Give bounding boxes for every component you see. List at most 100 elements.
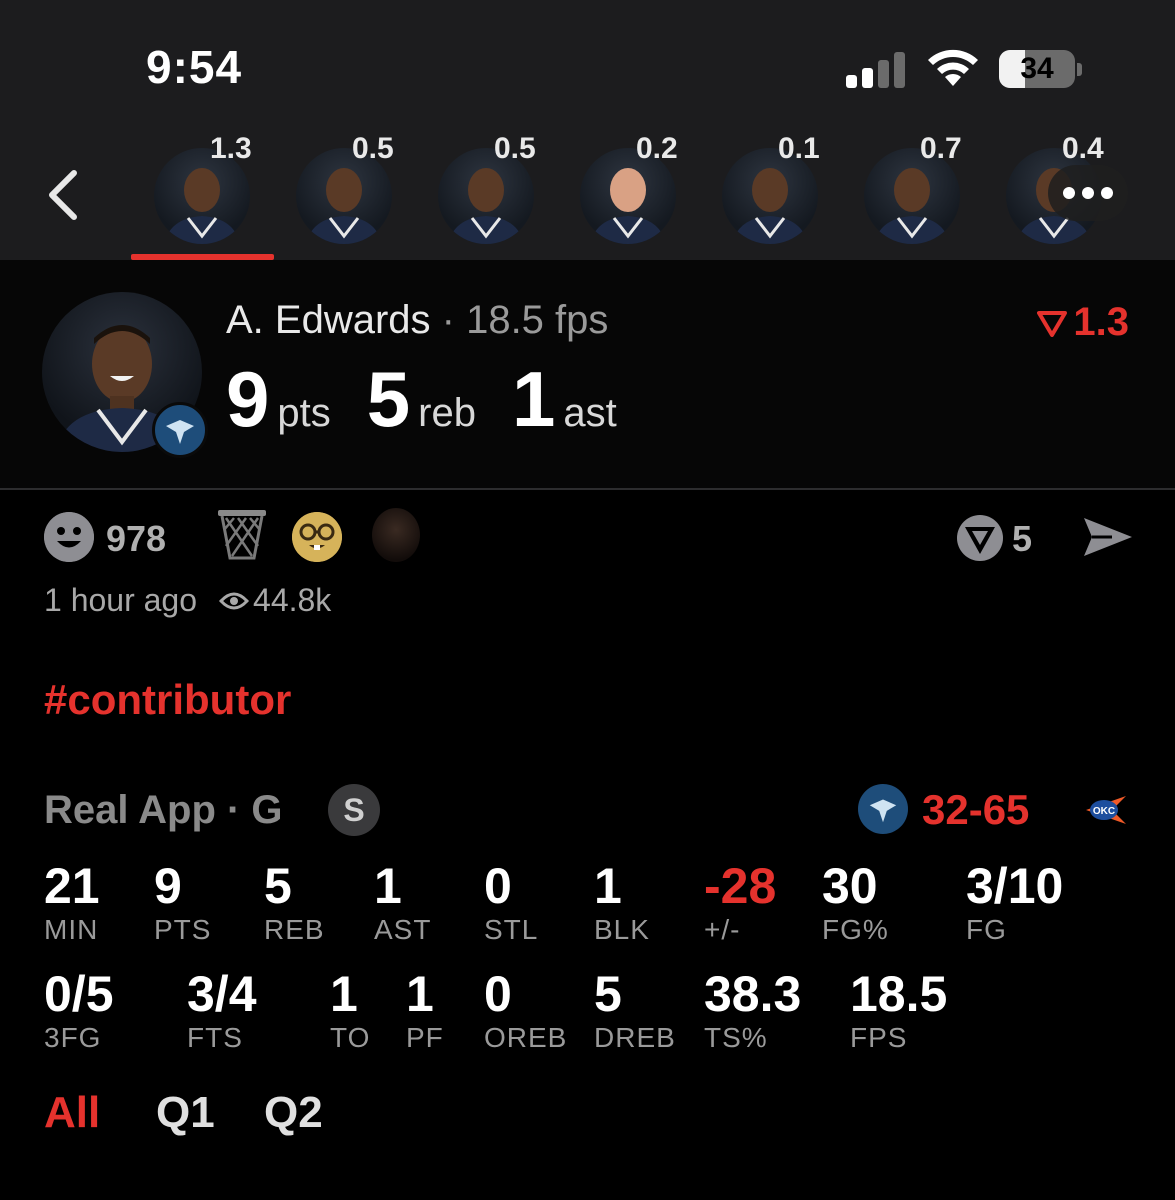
stat-label: PF [406,1022,444,1053]
stat-cell-dreb: 5 DREB [594,966,676,1054]
ellipsis-icon [1063,187,1075,199]
stat-cell-fg: 30 FG% [822,858,889,946]
wifi-icon [928,49,978,86]
views-eye-icon [219,592,250,609]
more-options-button[interactable] [1048,165,1128,221]
game-label: Real App · G [44,788,283,832]
player-tab[interactable]: 0.1 [708,120,848,260]
clock: 9:54 [146,41,243,93]
back-chevron-icon[interactable] [40,165,90,225]
stat-label: TO [330,1022,371,1053]
player-strip: 1.3 0.5 0.5 0.2 0.1 0.7 0.4 [0,120,1175,260]
cellular-signal-icon [846,50,908,88]
stat-value: 9 [154,858,182,914]
stat-cell-min: 21 MIN [44,858,100,946]
add-reaction-smile-icon[interactable] [44,512,94,562]
svg-text:OKC: OKC [1093,806,1115,817]
share-send-icon[interactable] [1082,514,1134,560]
stat-value: 21 [44,858,100,914]
stat-cell-blk: 1 BLK [594,858,650,946]
stat-label: FG% [822,914,889,945]
player-fps: 18.5 fps [466,298,609,342]
reaction-count: 978 [106,518,167,559]
stat-label: BLK [594,914,650,945]
player-tab[interactable]: 0.7 [850,120,990,260]
stat-label: +/- [704,914,741,945]
player-tab-rating: 0.1 [778,132,820,165]
stat-cell-to: 1 TO [330,966,370,1054]
player-tab[interactable]: 1.3 [140,120,280,260]
period-tab-q1[interactable]: Q1 [156,1088,215,1138]
vote-count: 5 [1012,518,1033,559]
stat-label: FPS [850,1022,908,1053]
player-tab-rating: 1.3 [210,132,252,165]
stat-cell-fts: 3/4 FTS [187,966,257,1054]
stat-value: 1 [406,966,434,1022]
player-tab[interactable]: 0.5 [282,120,422,260]
stat-cell-oreb: 0 OREB [484,966,567,1054]
rating-v-icon [1037,310,1068,337]
stat-cell-ast: 1 AST [374,858,431,946]
stat-label: DREB [594,1022,676,1053]
reb-unit: reb [418,391,476,435]
stat-label: MIN [44,914,99,945]
stat-cell-fg: 3/10 FG [966,858,1063,946]
stat-label: FTS [187,1022,243,1053]
rating-badge[interactable]: 1.3 [1037,300,1129,345]
stat-value: 1 [330,966,358,1022]
player-face-emoji-icon[interactable] [372,508,420,562]
stat-label: AST [374,914,432,945]
player-tab-rating: 0.5 [494,132,536,165]
player-name[interactable]: A. Edwards [226,298,431,342]
post-views: 44.8k [253,582,332,618]
player-tab[interactable]: 0.2 [566,120,706,260]
stat-label: FG [966,914,1007,945]
stat-value: 3/4 [187,966,257,1022]
vote-v-icon[interactable] [956,514,1004,562]
stat-cell-pf: 1 PF [406,966,444,1054]
stat-label: 3FG [44,1022,102,1053]
reactions-row: 978 5 [44,508,1134,564]
ast-unit: ast [563,391,617,435]
status-bar: 9:54 34 [0,0,1175,120]
period-tab-q2[interactable]: Q2 [264,1088,323,1138]
stat-value: 3/10 [966,858,1064,914]
stat-cell-reb: 5 REB [264,858,325,946]
game-badge: S [328,784,380,836]
stat-value: 5 [264,858,292,914]
stat-value: 1 [374,858,402,914]
stat-value: -28 [704,858,777,914]
stat-label: STL [484,914,539,945]
stat-label: TS% [704,1022,768,1053]
battery-icon: 34 [999,50,1082,90]
player-stat-line: 9 pts 5 reb 1 ast [226,354,653,445]
player-tab-rating: 0.7 [920,132,962,165]
thunder-logo-icon: OKC [1086,796,1126,824]
battery-percent: 34 [1020,52,1054,85]
rating-value: 1.3 [1073,300,1129,344]
ast-value: 1 [511,355,556,443]
stat-value: 38.3 [704,966,802,1022]
nerd-face-emoji-icon[interactable] [292,512,342,562]
hashtag-link[interactable]: #contributor [44,676,291,724]
basketball-net-emoji-icon[interactable] [216,508,268,562]
reb-value: 5 [366,355,411,443]
stat-label: PTS [154,914,212,945]
stat-cell-ts: 38.3 TS% [704,966,801,1054]
game-info-row: Real App · G S 32-65 OKC [44,784,1134,840]
period-tab-all[interactable]: All [44,1088,100,1138]
timberwolves-logo-icon [858,784,908,834]
player-tab[interactable]: 0.5 [424,120,564,260]
post-time-ago: 1 hour ago [44,582,198,618]
player-header: A. Edwards · 18.5 fps 9 pts 5 reb 1 ast 1.3 [0,260,1175,490]
team-logo-icon [152,402,208,458]
stat-cell-stl: 0 STL [484,858,538,946]
stat-cell-: -28 +/- [704,858,776,946]
stat-value: 0 [484,966,512,1022]
pts-value: 9 [226,355,270,443]
stat-value: 1 [594,858,622,914]
stat-cell-3fg: 0/5 3FG [44,966,114,1054]
player-tab-rating: 0.2 [636,132,678,165]
player-tab-rating: 0.5 [352,132,394,165]
game-score[interactable]: 32-65 [922,786,1029,834]
